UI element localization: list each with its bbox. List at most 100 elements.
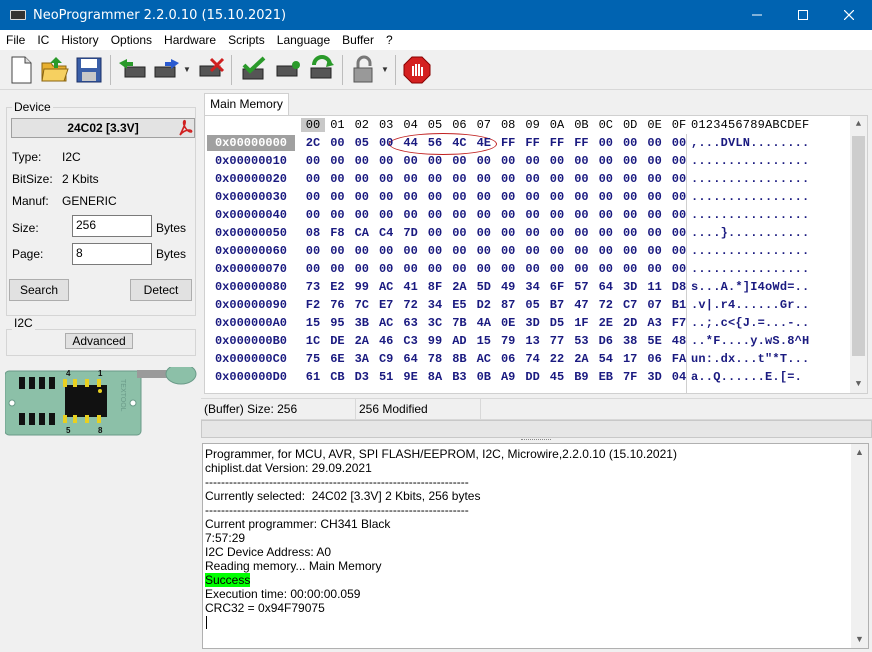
hex-byte-cell[interactable]: AC <box>374 316 398 330</box>
hex-byte-cell[interactable]: FA <box>667 352 691 366</box>
hex-byte-cell[interactable]: 00 <box>325 244 349 258</box>
hex-byte-cell[interactable]: 00 <box>350 262 374 276</box>
hex-byte-cell[interactable]: 17 <box>618 352 642 366</box>
hex-byte-cell[interactable]: 00 <box>594 262 618 276</box>
hex-byte-cell[interactable]: 00 <box>643 262 667 276</box>
hex-byte-cell[interactable]: 00 <box>447 262 471 276</box>
hex-byte-cell[interactable]: 6F <box>545 280 569 294</box>
tab-main-memory[interactable]: Main Memory <box>204 93 289 115</box>
scroll-down-arrow-icon[interactable]: ▼ <box>850 376 867 393</box>
hex-byte-cell[interactable]: 00 <box>618 208 642 222</box>
hex-byte-cell[interactable]: 00 <box>423 190 447 204</box>
hex-byte-cell[interactable]: 5E <box>643 334 667 348</box>
hex-byte-cell[interactable]: 38 <box>618 334 642 348</box>
hex-byte-cell[interactable]: 00 <box>545 226 569 240</box>
hex-byte-cell[interactable]: D2 <box>472 298 496 312</box>
hex-byte-cell[interactable]: FF <box>521 136 545 150</box>
log-scroll-up-arrow-icon[interactable]: ▲ <box>851 444 868 461</box>
hex-byte-cell[interactable]: 00 <box>399 208 423 222</box>
pdf-icon[interactable] <box>177 119 193 137</box>
search-button[interactable]: Search <box>9 279 69 301</box>
hex-byte-cell[interactable]: 9E <box>399 370 423 384</box>
hex-byte-cell[interactable]: 00 <box>618 172 642 186</box>
hex-byte-cell[interactable]: 0B <box>472 370 496 384</box>
detect-button[interactable]: Detect <box>130 279 192 301</box>
hex-byte-cell[interactable]: 22 <box>545 352 569 366</box>
erase-button[interactable] <box>193 52 227 88</box>
hex-byte-cell[interactable]: 00 <box>472 262 496 276</box>
hex-byte-cell[interactable]: 15 <box>301 316 325 330</box>
hex-byte-cell[interactable]: 3B <box>350 316 374 330</box>
hex-byte-cell[interactable]: 00 <box>569 262 593 276</box>
hex-byte-cell[interactable]: 56 <box>423 136 447 150</box>
hex-byte-cell[interactable]: 00 <box>423 262 447 276</box>
menu-hardware[interactable]: Hardware <box>158 30 222 50</box>
hex-byte-cell[interactable]: 95 <box>325 316 349 330</box>
hex-byte-cell[interactable]: AC <box>472 352 496 366</box>
hex-byte-cell[interactable]: E2 <box>325 280 349 294</box>
hex-byte-cell[interactable]: 76 <box>325 298 349 312</box>
hex-byte-cell[interactable]: A3 <box>643 316 667 330</box>
hex-scrollbar[interactable]: ▲ ▼ <box>850 116 867 393</box>
hex-byte-cell[interactable]: 44 <box>399 136 423 150</box>
size-field[interactable]: 256 <box>72 215 152 237</box>
menu-ic[interactable]: IC <box>31 30 55 50</box>
hex-byte-cell[interactable]: DE <box>325 334 349 348</box>
hex-byte-cell[interactable]: F2 <box>301 298 325 312</box>
hex-byte-cell[interactable]: 00 <box>350 154 374 168</box>
hex-byte-cell[interactable]: 00 <box>521 208 545 222</box>
hex-byte-cell[interactable]: 00 <box>325 262 349 276</box>
hex-byte-cell[interactable]: 00 <box>496 244 520 258</box>
hex-byte-cell[interactable]: 41 <box>399 280 423 294</box>
hex-byte-cell[interactable]: 00 <box>301 190 325 204</box>
menu-file[interactable]: File <box>0 30 31 50</box>
hex-byte-cell[interactable]: 00 <box>447 226 471 240</box>
hex-byte-cell[interactable]: 79 <box>496 334 520 348</box>
hex-byte-cell[interactable]: 00 <box>569 172 593 186</box>
hex-byte-cell[interactable]: 08 <box>301 226 325 240</box>
hex-byte-cell[interactable]: 00 <box>301 172 325 186</box>
hex-byte-cell[interactable]: E7 <box>374 298 398 312</box>
hex-byte-cell[interactable]: 00 <box>594 208 618 222</box>
hex-byte-cell[interactable]: 00 <box>399 190 423 204</box>
hex-byte-cell[interactable]: 74 <box>521 352 545 366</box>
hex-byte-cell[interactable]: 49 <box>496 280 520 294</box>
menu-help[interactable]: ? <box>380 30 399 50</box>
hex-byte-cell[interactable]: 00 <box>643 172 667 186</box>
hex-byte-cell[interactable]: 0E <box>496 316 520 330</box>
menu-buffer[interactable]: Buffer <box>336 30 380 50</box>
hex-byte-cell[interactable]: 2C <box>301 136 325 150</box>
hex-byte-cell[interactable]: 00 <box>618 244 642 258</box>
hex-byte-cell[interactable]: 8A <box>423 370 447 384</box>
hex-byte-cell[interactable]: 4C <box>447 136 471 150</box>
hex-byte-cell[interactable]: 72 <box>594 298 618 312</box>
hex-byte-cell[interactable]: 64 <box>399 352 423 366</box>
hex-byte-cell[interactable]: 00 <box>667 262 691 276</box>
hex-byte-cell[interactable]: 06 <box>643 352 667 366</box>
hex-byte-cell[interactable]: D8 <box>667 280 691 294</box>
hex-byte-cell[interactable]: 2A <box>569 352 593 366</box>
hex-byte-cell[interactable]: 00 <box>325 190 349 204</box>
hex-byte-cell[interactable]: D6 <box>594 334 618 348</box>
hex-byte-cell[interactable]: 00 <box>472 208 496 222</box>
verify-button[interactable] <box>236 52 270 88</box>
hex-byte-cell[interactable]: 00 <box>521 262 545 276</box>
hex-byte-cell[interactable]: 47 <box>569 298 593 312</box>
hex-byte-cell[interactable]: CA <box>350 226 374 240</box>
hex-byte-cell[interactable]: 00 <box>472 154 496 168</box>
hex-byte-cell[interactable]: 7C <box>350 298 374 312</box>
hex-byte-cell[interactable]: 00 <box>496 262 520 276</box>
hex-byte-cell[interactable]: 13 <box>521 334 545 348</box>
hex-byte-cell[interactable]: 61 <box>301 370 325 384</box>
open-button[interactable] <box>38 52 72 88</box>
hex-byte-cell[interactable]: 00 <box>374 208 398 222</box>
hex-byte-cell[interactable]: 00 <box>423 244 447 258</box>
hex-byte-cell[interactable]: 00 <box>496 154 520 168</box>
protection-button[interactable] <box>347 52 381 88</box>
hex-byte-cell[interactable]: E5 <box>447 298 471 312</box>
hex-byte-cell[interactable]: FF <box>545 136 569 150</box>
hex-byte-cell[interactable]: 00 <box>569 154 593 168</box>
hex-byte-cell[interactable]: B3 <box>447 370 471 384</box>
hex-byte-cell[interactable]: 00 <box>350 244 374 258</box>
close-button[interactable] <box>826 0 872 30</box>
